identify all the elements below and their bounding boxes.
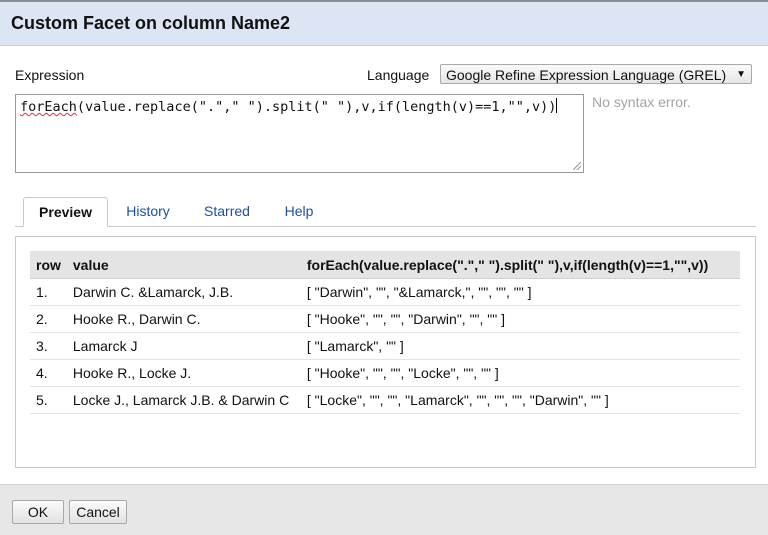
tab-starred[interactable]: Starred (193, 197, 261, 227)
row-value: Hooke R., Locke J. (66, 359, 301, 387)
row-value: Locke J., Lamarck J.B. & Darwin C (66, 386, 301, 414)
expression-rest: (value.replace("."," ").split(" "),v,if(… (76, 99, 557, 115)
chevron-down-icon: ▼ (736, 69, 746, 80)
language-select[interactable]: Google Refine Expression Language (GREL)… (440, 64, 752, 84)
dialog-footer: OK Cancel (0, 484, 768, 535)
dialog-header: Custom Facet on column Name2 (0, 0, 768, 46)
column-header-row: row (30, 251, 67, 279)
table-row: 3. Lamarck J [ "Lamarck", "" ] (30, 332, 740, 360)
language-select-value: Google Refine Expression Language (GREL) (446, 67, 727, 83)
language-label: Language (367, 67, 430, 83)
row-number: 3. (30, 332, 67, 360)
row-number: 2. (30, 305, 67, 333)
expression-label: Expression (15, 67, 85, 83)
syntax-status: No syntax error. (592, 94, 691, 110)
row-value: Darwin C. &Lamarck, J.B. (66, 278, 301, 306)
text-caret (556, 98, 558, 113)
window-edge (0, 0, 768, 2)
row-result: [ "Locke", "", "", "Lamarck", "", "", ""… (300, 386, 740, 414)
row-number: 5. (30, 386, 67, 414)
dialog-title: Custom Facet on column Name2 (11, 13, 291, 33)
column-header-value: value (66, 251, 301, 279)
tab-help[interactable]: Help (276, 197, 322, 227)
row-value: Lamarck J (66, 332, 301, 360)
table-row: 4. Hooke R., Locke J. [ "Hooke", "", "",… (30, 359, 740, 387)
table-header-row: row value forEach(value.replace("."," ")… (30, 251, 740, 279)
table-row: 2. Hooke R., Darwin C. [ "Hooke", "", ""… (30, 305, 740, 333)
table-row: 1. Darwin C. &Lamarck, J.B. [ "Darwin", … (30, 278, 740, 306)
row-number: 4. (30, 359, 67, 387)
preview-panel: row value forEach(value.replace("."," ")… (15, 236, 756, 468)
row-result: [ "Hooke", "", "", "Locke", "", "" ] (300, 359, 740, 387)
tab-preview[interactable]: Preview (23, 197, 108, 227)
row-result: [ "Lamarck", "" ] (300, 332, 740, 360)
row-value: Hooke R., Darwin C. (66, 305, 301, 333)
cancel-button[interactable]: Cancel (69, 500, 127, 524)
preview-table: row value forEach(value.replace("."," ")… (30, 251, 740, 414)
table-row: 5. Locke J., Lamarck J.B. & Darwin C [ "… (30, 386, 740, 414)
ok-button[interactable]: OK (12, 500, 64, 524)
row-result: [ "Darwin", "", "&Lamarck,", "", "", "" … (300, 278, 740, 306)
resize-handle-icon[interactable] (573, 162, 581, 170)
row-result: [ "Hooke", "", "", "Darwin", "", "" ] (300, 305, 740, 333)
column-header-expression: forEach(value.replace("."," ").split(" "… (300, 251, 740, 279)
row-number: 1. (30, 278, 67, 306)
expression-input[interactable]: forEach(value.replace("."," ").split(" "… (15, 94, 584, 173)
tab-history[interactable]: History (116, 197, 180, 227)
expression-function-name: forEach (20, 99, 77, 115)
